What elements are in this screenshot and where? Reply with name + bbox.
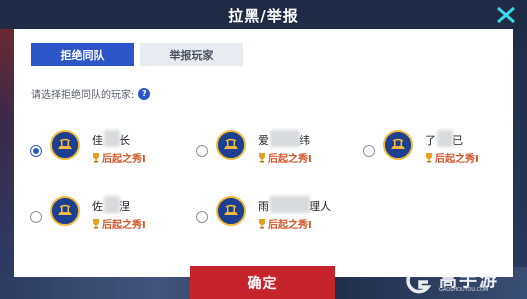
rank-badge: 后起之秀Ⅰ bbox=[425, 150, 479, 165]
background-scene-left bbox=[0, 0, 14, 299]
player-option-4[interactable]: 佐涅 后起之秀Ⅰ bbox=[30, 196, 190, 240]
watermark-logo-icon bbox=[406, 267, 432, 294]
close-button[interactable] bbox=[493, 4, 519, 26]
team-logo-avatar bbox=[216, 130, 246, 160]
radio-button[interactable] bbox=[196, 211, 208, 223]
team-logo-avatar bbox=[50, 130, 80, 160]
close-icon bbox=[497, 6, 515, 24]
radio-button[interactable] bbox=[30, 145, 42, 157]
help-icon[interactable]: ? bbox=[138, 87, 151, 100]
select-prompt: 请选择拒绝同队的玩家: ? bbox=[31, 86, 151, 101]
name-redaction bbox=[270, 130, 300, 147]
dialog-title: 拉黑/举报 bbox=[228, 7, 299, 25]
rank-badge: 后起之秀Ⅰ bbox=[92, 150, 146, 165]
rank-badge: 后起之秀Ⅰ bbox=[258, 216, 312, 231]
radio-button[interactable] bbox=[196, 145, 208, 157]
select-prompt-text: 请选择拒绝同队的玩家: bbox=[31, 90, 135, 101]
name-redaction bbox=[104, 130, 120, 147]
name-redaction bbox=[270, 196, 310, 213]
trophy-icon bbox=[93, 152, 99, 162]
team-logo-avatar bbox=[216, 196, 246, 226]
player-option-2[interactable]: 爱纬 后起之秀Ⅰ bbox=[196, 130, 356, 174]
dialog-panel: 拒绝同队 举报玩家 请选择拒绝同队的玩家: ? 佳长 后起之秀Ⅰ 爱纬 后起之秀… bbox=[14, 29, 513, 277]
tab-reject-teammate[interactable]: 拒绝同队 bbox=[31, 43, 134, 66]
trophy-icon bbox=[93, 218, 99, 228]
team-logo-avatar bbox=[50, 196, 80, 226]
team-logo-avatar bbox=[383, 130, 413, 160]
radio-button[interactable] bbox=[363, 145, 375, 157]
player-option-3[interactable]: 了已 后起之秀Ⅰ bbox=[363, 130, 523, 174]
trophy-icon bbox=[426, 152, 432, 162]
trophy-icon bbox=[259, 152, 265, 162]
watermark-subtext: GAOSHOUYOU.COM bbox=[439, 287, 489, 293]
player-option-5[interactable]: 雨理人 后起之秀Ⅰ bbox=[196, 196, 356, 240]
confirm-button[interactable]: 确定 bbox=[190, 266, 335, 299]
radio-button[interactable] bbox=[30, 211, 42, 223]
rank-badge: 后起之秀Ⅰ bbox=[92, 216, 146, 231]
trophy-icon bbox=[259, 218, 265, 228]
site-watermark: 高手游 GAOSHOUYOU.COM bbox=[403, 267, 521, 295]
player-option-1[interactable]: 佳长 后起之秀Ⅰ bbox=[30, 130, 190, 174]
rank-badge: 后起之秀Ⅰ bbox=[258, 150, 312, 165]
dialog-header: 拉黑/举报 bbox=[0, 0, 527, 29]
name-redaction bbox=[104, 196, 120, 213]
name-redaction bbox=[437, 130, 453, 147]
tab-report-player[interactable]: 举报玩家 bbox=[140, 43, 243, 66]
